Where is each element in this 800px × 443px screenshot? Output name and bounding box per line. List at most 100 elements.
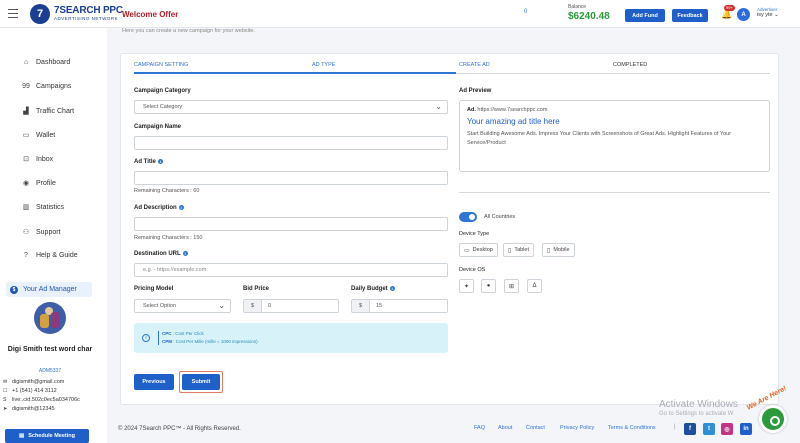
logo[interactable]: 7 7SEARCH PPC ADVERTISING NETWORK xyxy=(30,4,123,24)
dollar-prefix: $ xyxy=(244,300,262,312)
add-fund-button[interactable]: Add Fund xyxy=(625,9,665,22)
twitter-icon[interactable]: t xyxy=(703,423,715,435)
telegram-icon: ➤ xyxy=(3,406,8,412)
footer-link-terms[interactable]: Terms & Conditions xyxy=(608,425,656,431)
tablet-icon: ▯ xyxy=(508,247,512,254)
sidebar-item-label: Dashboard xyxy=(36,59,71,66)
user-menu[interactable]: Advertiser isy yte ⌄ xyxy=(757,7,779,19)
info-icon: i xyxy=(178,205,184,210)
cpm-info: CPM : Cost Per Mille (mille = 1000 impre… xyxy=(162,339,258,344)
ad-preview-label: Ad Preview xyxy=(459,88,492,94)
sidebar-item-label: Inbox xyxy=(36,155,54,163)
device-desktop-button[interactable]: ▭ Desktop xyxy=(459,243,498,257)
balance-value: $6240.48 xyxy=(568,11,610,22)
sidebar-item-profile[interactable]: ◉ Profile xyxy=(20,179,56,188)
windows-activation-watermark: Activate Windows Go to Settings to activ… xyxy=(659,399,738,417)
user-name: isy yte ⌄ xyxy=(757,12,779,19)
step-campaign-setting[interactable]: CAMPAIGN SETTING xyxy=(134,62,188,68)
welcome-offer-link[interactable]: Welcome Offer xyxy=(122,10,178,19)
chat-widget-icon[interactable] xyxy=(759,405,787,433)
your-ad-manager[interactable]: $ Your Ad Manager xyxy=(6,282,92,297)
daily-budget-input[interactable]: $15 xyxy=(351,299,448,313)
ad-manager-telegram[interactable]: ➤ digismith@12345 xyxy=(3,406,55,412)
destination-url-input[interactable]: e.g. - https://example.com xyxy=(134,263,448,277)
campaign-category-label: Campaign Category xyxy=(134,88,191,94)
step-progress-bar xyxy=(134,72,456,74)
ad-manager-phone[interactable]: ☐ +1 (541) 414 3112 xyxy=(3,388,57,394)
all-countries-toggle[interactable] xyxy=(459,212,477,222)
sidebar-item-wallet[interactable]: ▭ Wallet xyxy=(20,131,56,140)
pricing-model-select[interactable]: Select Option xyxy=(134,299,231,313)
step-ad-type[interactable]: AD TYPE xyxy=(312,62,335,68)
apple-icon[interactable]: ● xyxy=(481,279,496,293)
ad-description-label: Ad Description i xyxy=(134,205,184,212)
facebook-icon[interactable]: f xyxy=(684,423,696,435)
ad-title-field[interactable] xyxy=(134,171,448,185)
hamburger-menu-icon[interactable] xyxy=(8,9,18,21)
device-mobile-button[interactable]: ▯ Mobile xyxy=(542,243,575,257)
ad-description-remaining: Remaining Characters : 150 xyxy=(134,235,203,241)
pricing-info-box: i CPC : Cost Per Click CPM : Cost Per Mi… xyxy=(134,323,448,353)
sidebar-item-dashboard[interactable]: ⌂ Dashboard xyxy=(20,59,70,66)
preview-title: Your amazing ad title here xyxy=(467,117,560,126)
ad-manager-icon: $ xyxy=(10,285,18,294)
campaign-category-select[interactable]: Select Category xyxy=(134,100,448,114)
submit-button[interactable]: Submit xyxy=(182,374,220,390)
bid-price-input[interactable]: $0 xyxy=(243,299,339,313)
phone-icon: ☐ xyxy=(3,388,8,394)
footer-link-about[interactable]: About xyxy=(498,425,512,431)
sidebar-item-label: Statistics xyxy=(36,203,65,211)
android-icon[interactable]: ✦ xyxy=(459,279,474,293)
header-counter: 0 xyxy=(524,9,528,15)
linux-icon[interactable]: Δ xyxy=(527,279,542,293)
footer-link-faq[interactable]: FAQ xyxy=(474,425,485,431)
cpc-info: CPC : Cost Per Click xyxy=(162,331,204,336)
mobile-icon: ▯ xyxy=(547,247,551,254)
ad-manager-skype[interactable]: Slive:.cid.502c0ec5a034706c xyxy=(3,397,80,403)
footer-link-contact[interactable]: Contact xyxy=(526,425,545,431)
sidebar-item-inbox[interactable]: ⊡ Inbox xyxy=(20,155,54,164)
info-icon: i xyxy=(157,159,163,164)
sidebar-item-label: Profile xyxy=(36,179,56,187)
balance: Balance $6240.48 xyxy=(568,5,610,22)
step-create-ad[interactable]: CREATE AD xyxy=(459,62,490,68)
sidebar-item-label: Traffic Chart xyxy=(36,107,75,115)
step-completed[interactable]: COMPLETED xyxy=(613,62,647,68)
sidebar-item-help-guide[interactable]: ? Help & Guide xyxy=(20,252,78,259)
sidebar-item-support[interactable]: ⚇ Support xyxy=(20,228,61,237)
sidebar-item-statistics[interactable]: ▥ Statistics xyxy=(20,203,65,212)
ad-description-field[interactable] xyxy=(134,217,448,231)
ad-manager-name: Digi Smith test word char xyxy=(7,346,93,353)
sidebar-item-label: Wallet xyxy=(36,131,56,139)
statistics-icon: ▥ xyxy=(22,204,30,211)
sidebar-item-traffic-chart[interactable]: ▟ Traffic Chart xyxy=(20,107,75,116)
schedule-meeting-button[interactable]: ▤ Schedule Meeting xyxy=(5,429,89,443)
ad-preview: Ad. https://www.7searchppc.com Your amaz… xyxy=(459,100,770,172)
balance-label: Balance xyxy=(568,4,587,10)
feedback-button[interactable]: Feedback xyxy=(672,9,708,22)
pricing-model-label: Pricing Model xyxy=(134,286,174,292)
ad-manager-email[interactable]: ✉ digismith@gmail.com xyxy=(3,379,64,385)
footer-link-privacy[interactable]: Privacy Policy xyxy=(560,425,594,431)
profile-icon: ◉ xyxy=(22,180,30,187)
preview-url: Ad. https://www.7searchppc.com xyxy=(467,107,548,113)
info-circle-icon: i xyxy=(142,334,150,342)
sidebar-item-campaigns[interactable]: 99 Campaigns xyxy=(20,83,71,90)
instagram-icon[interactable]: ◎ xyxy=(721,423,733,435)
device-os-label: Device OS xyxy=(459,267,486,273)
avatar[interactable]: A xyxy=(737,8,750,21)
logo-mark-icon: 7 xyxy=(30,4,50,24)
help-icon: ? xyxy=(24,252,28,259)
ad-title-remaining: Remaining Characters : 60 xyxy=(134,188,200,194)
linkedin-icon[interactable]: in xyxy=(740,423,752,435)
info-icon: i xyxy=(182,251,188,256)
device-tablet-button[interactable]: ▯ Tablet xyxy=(503,243,534,257)
desktop-icon: ▭ xyxy=(464,247,470,254)
info-icon: i xyxy=(389,286,395,291)
top-bar: 7 7SEARCH PPC ADVERTISING NETWORK Welcom… xyxy=(0,0,800,28)
campaign-name-field[interactable] xyxy=(134,136,448,150)
windows-icon[interactable]: ⊞ xyxy=(504,279,519,293)
previous-button[interactable]: Previous xyxy=(134,374,174,390)
email-icon: ✉ xyxy=(3,379,8,385)
page-subtitle: Here you can create a new campaign for y… xyxy=(122,28,255,34)
